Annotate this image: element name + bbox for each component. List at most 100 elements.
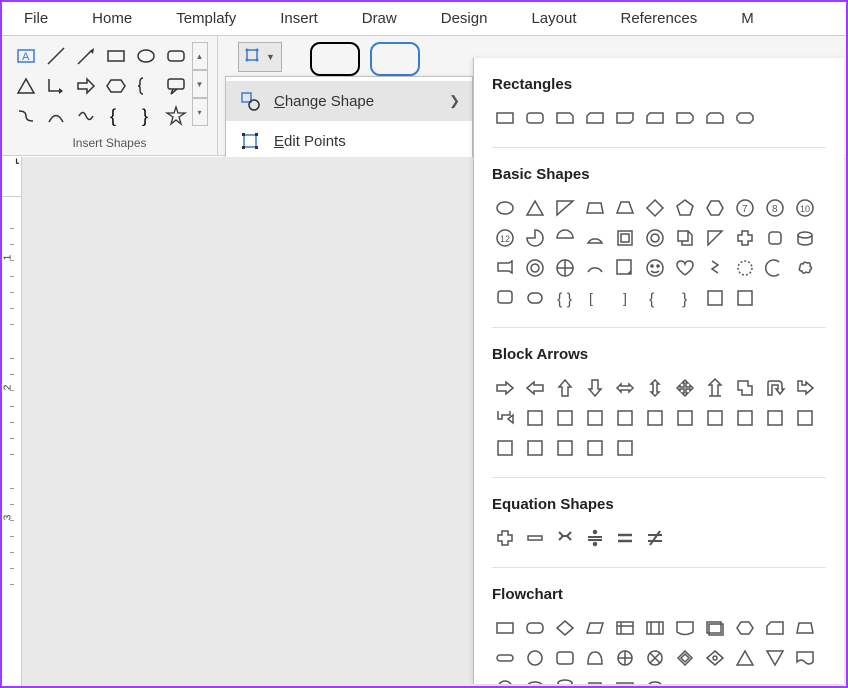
style-preview-2[interactable] xyxy=(370,42,420,76)
shape-option[interactable] xyxy=(762,645,788,671)
shape-option[interactable] xyxy=(612,615,638,641)
shape-option[interactable] xyxy=(492,195,518,221)
shape-option[interactable]: ] xyxy=(612,285,638,311)
shape-option[interactable] xyxy=(672,375,698,401)
shape-option[interactable] xyxy=(792,375,818,401)
menu-file[interactable]: File xyxy=(2,3,70,34)
shape-option[interactable] xyxy=(582,375,608,401)
shape-option[interactable] xyxy=(732,225,758,251)
shape-option[interactable] xyxy=(642,645,668,671)
shape-option[interactable] xyxy=(522,615,548,641)
shape-option[interactable] xyxy=(702,255,728,281)
shape-option[interactable] xyxy=(672,405,698,431)
shape-option[interactable] xyxy=(492,105,518,131)
shape-option[interactable]: } xyxy=(672,285,698,311)
shape-option[interactable] xyxy=(552,435,578,461)
shape-option[interactable] xyxy=(492,615,518,641)
shape-option[interactable] xyxy=(702,195,728,221)
shape-option[interactable] xyxy=(582,195,608,221)
shape-option[interactable] xyxy=(612,405,638,431)
shape-option[interactable] xyxy=(492,285,518,311)
shape-option[interactable] xyxy=(522,675,548,684)
shape-option[interactable] xyxy=(492,525,518,551)
shape-option[interactable] xyxy=(792,645,818,671)
shape-option[interactable] xyxy=(792,225,818,251)
left-brace-shape[interactable]: { xyxy=(102,102,130,130)
shape-option[interactable] xyxy=(522,645,548,671)
shape-option[interactable] xyxy=(522,105,548,131)
shape-option[interactable] xyxy=(492,435,518,461)
shape-option[interactable] xyxy=(792,405,818,431)
shape-option[interactable] xyxy=(582,105,608,131)
textbox-shape[interactable]: A xyxy=(12,42,40,70)
shape-option[interactable] xyxy=(792,255,818,281)
shape-option[interactable] xyxy=(762,255,788,281)
shape-option[interactable] xyxy=(672,105,698,131)
shape-option[interactable] xyxy=(612,675,638,684)
shape-option[interactable] xyxy=(702,405,728,431)
shape-option[interactable] xyxy=(552,375,578,401)
menu-item-edit-points[interactable]: Edit Points xyxy=(226,121,472,161)
shape-option[interactable] xyxy=(552,675,578,684)
star-shape[interactable] xyxy=(162,102,190,130)
shape-option[interactable] xyxy=(702,105,728,131)
shape-option[interactable] xyxy=(612,105,638,131)
shape-option[interactable] xyxy=(522,405,548,431)
menu-draw[interactable]: Draw xyxy=(340,3,419,34)
menu-design[interactable]: Design xyxy=(419,3,510,34)
shape-option[interactable] xyxy=(762,405,788,431)
shape-option[interactable] xyxy=(642,405,668,431)
shape-option[interactable] xyxy=(552,195,578,221)
menu-references[interactable]: References xyxy=(599,3,720,34)
arc-shape[interactable] xyxy=(42,102,70,130)
shape-option[interactable] xyxy=(642,525,668,551)
callout-shape[interactable] xyxy=(162,72,190,100)
elbow-arrow-shape[interactable] xyxy=(42,72,70,100)
shape-option[interactable] xyxy=(612,435,638,461)
shape-option[interactable]: { xyxy=(642,285,668,311)
edit-shape-dropdown[interactable]: ▼ xyxy=(238,42,282,72)
right-brace-shape[interactable]: } xyxy=(132,102,160,130)
triangle-shape[interactable] xyxy=(12,72,40,100)
menu-m[interactable]: M xyxy=(719,3,776,34)
shape-option[interactable] xyxy=(492,675,518,684)
shape-option[interactable] xyxy=(762,375,788,401)
menu-home[interactable]: Home xyxy=(70,3,154,34)
style-preview-1[interactable] xyxy=(310,42,360,76)
shape-option[interactable] xyxy=(492,255,518,281)
shape-option[interactable]: { } xyxy=(552,285,578,311)
shape-option[interactable] xyxy=(672,225,698,251)
shape-option[interactable] xyxy=(582,615,608,641)
shape-option[interactable] xyxy=(672,195,698,221)
shape-option[interactable] xyxy=(522,255,548,281)
shape-option[interactable] xyxy=(552,225,578,251)
shape-option[interactable] xyxy=(552,255,578,281)
shape-option[interactable] xyxy=(522,375,548,401)
shape-option[interactable] xyxy=(552,615,578,641)
arrow-line-shape[interactable] xyxy=(72,42,100,70)
shape-option[interactable] xyxy=(762,225,788,251)
shape-option[interactable] xyxy=(582,225,608,251)
shape-option[interactable] xyxy=(762,615,788,641)
menu-layout[interactable]: Layout xyxy=(509,3,598,34)
shape-option[interactable] xyxy=(492,405,518,431)
shape-option[interactable] xyxy=(672,255,698,281)
shape-option[interactable] xyxy=(522,435,548,461)
shape-option[interactable] xyxy=(612,255,638,281)
shape-option[interactable] xyxy=(702,615,728,641)
shape-option[interactable] xyxy=(552,405,578,431)
shape-option[interactable] xyxy=(612,525,638,551)
shape-option[interactable]: 10 xyxy=(792,195,818,221)
shapes-scroll-down[interactable]: ▼ xyxy=(192,70,208,98)
line-shape[interactable] xyxy=(42,42,70,70)
shape-option[interactable] xyxy=(552,105,578,131)
rounded-rect-shape[interactable] xyxy=(162,42,190,70)
shape-option[interactable] xyxy=(582,675,608,684)
shape-option[interactable] xyxy=(582,645,608,671)
shape-option[interactable] xyxy=(732,615,758,641)
shape-option[interactable] xyxy=(732,375,758,401)
shape-option[interactable] xyxy=(582,435,608,461)
shape-option[interactable] xyxy=(642,375,668,401)
shape-option[interactable] xyxy=(522,195,548,221)
shape-option[interactable] xyxy=(522,525,548,551)
